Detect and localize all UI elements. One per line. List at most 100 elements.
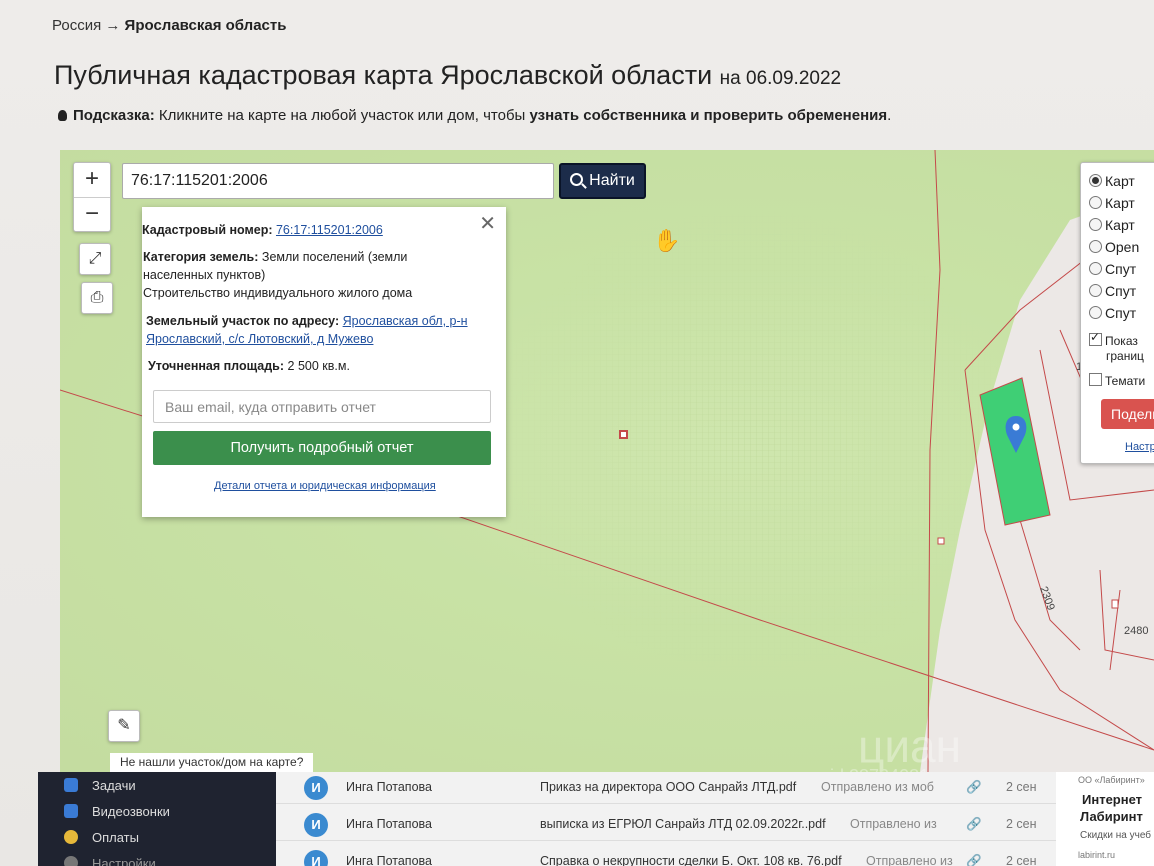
gear-icon (64, 856, 78, 866)
popup-address: Земельный участок по адресу: Ярославская… (146, 312, 476, 348)
ruler-button[interactable]: ✎ (108, 710, 140, 742)
show-boundaries-checkbox[interactable]: Показграниц (1089, 330, 1144, 365)
layer-label: Карт (1105, 173, 1135, 189)
layer-label: Спут (1105, 305, 1137, 321)
ad-banner[interactable]: ОО «Лабиринт» Интернет Лабиринт Скидки н… (1056, 772, 1154, 866)
category-value-1: Земли поселений (земли (261, 250, 408, 264)
address-link-1[interactable]: Ярославская обл, р-н (343, 314, 468, 328)
print-button[interactable]: ⎙ (81, 282, 113, 314)
sidebar-label: Настройки (92, 856, 156, 866)
sidebar-item-payments[interactable]: Оплаты (64, 829, 139, 847)
report-details-link[interactable]: Детали отчета и юридическая информация (214, 480, 436, 492)
zoom-control: + − (73, 162, 111, 232)
thematic-checkbox[interactable]: Темати (1089, 371, 1145, 391)
mail-status: Отправлено из (866, 854, 953, 866)
layer-option-7[interactable]: Спут (1089, 303, 1136, 323)
category-label: Категория земель: (143, 250, 259, 264)
radio-icon (1089, 284, 1102, 297)
breadcrumb-current: Ярославская область (124, 17, 287, 34)
checkbox-label: Показ (1105, 334, 1138, 348)
hint-label: Подсказка: (73, 107, 155, 124)
radio-icon (1089, 306, 1102, 319)
sidebar-item-video[interactable]: Видеозвонки (64, 803, 170, 821)
page-title-main: Публичная кадастровая карта Ярославской … (54, 60, 713, 90)
layer-label: Спут (1105, 283, 1137, 299)
mail-subject: Справка о некрупности сделки Б. Окт. 108… (540, 854, 842, 866)
avatar: И (304, 776, 328, 800)
popup-cad-row: Кадастровый номер: 76:17:115201:2006 (142, 221, 472, 239)
mail-sender: Инга Потапова (346, 854, 432, 866)
paperclip-icon: 🔗 (966, 780, 982, 794)
paperclip-icon: 🔗 (966, 854, 982, 866)
mail-sender: Инга Потапова (346, 817, 432, 831)
sidebar-item-tasks[interactable]: Задачи (64, 777, 136, 795)
radio-icon (1089, 240, 1102, 253)
printer-icon: ⎙ (90, 289, 104, 306)
cad-label: Кадастровый номер: (142, 223, 273, 237)
mail-app-strip: Задачи Видеозвонки Оплаты Настройки И Ин… (38, 772, 1154, 866)
mail-row[interactable]: И Инга Потапова Справка о некрупности сд… (276, 846, 1056, 866)
hint-text: Кликните на карте на любой участок или д… (158, 107, 526, 124)
radio-icon (1089, 174, 1102, 187)
zoom-out-button[interactable]: − (74, 197, 110, 232)
search-input[interactable]: 76:17:115201:2006 (122, 163, 554, 199)
close-icon[interactable]: ✕ (479, 211, 496, 236)
layer-option-6[interactable]: Спут (1089, 281, 1136, 301)
parcel-label: 2480 (1124, 625, 1148, 637)
find-button[interactable]: Найти (559, 163, 646, 199)
building[interactable] (1111, 599, 1119, 609)
sidebar-label: Оплаты (92, 830, 139, 845)
mail-time: 2 сен (1006, 854, 1037, 866)
tasks-icon (64, 778, 78, 792)
expand-icon: ⤢ (88, 250, 102, 267)
parcel-info-popup: ✕ Кадастровый номер: 76:17:115201:2006 К… (142, 207, 506, 517)
address-label: Земельный участок по адресу: (146, 314, 340, 328)
land-use: Строительство индивидуального жилого дом… (143, 286, 413, 300)
avatar: И (304, 813, 328, 837)
layer-option-3[interactable]: Карт (1089, 215, 1135, 235)
app-sidebar: Задачи Видеозвонки Оплаты Настройки (38, 772, 276, 866)
building[interactable] (937, 537, 945, 545)
video-icon (64, 804, 78, 818)
mail-status: Отправлено из моб (821, 780, 934, 794)
layer-option-1[interactable]: Карт (1089, 171, 1135, 191)
layer-option-2[interactable]: Карт (1089, 193, 1135, 213)
checkbox-label: Темати (1105, 374, 1146, 388)
page: Россия → Ярославская область Публичная к… (0, 0, 1154, 866)
mail-time: 2 сен (1006, 817, 1037, 831)
email-input[interactable]: Ваш email, куда отправить отчет (153, 390, 491, 423)
parcel-marker-small[interactable] (619, 430, 628, 439)
not-found-link[interactable]: Не нашли участок/дом на карте? (110, 753, 314, 772)
breadcrumb-root[interactable]: Россия (52, 17, 101, 34)
breadcrumb: Россия → Ярославская область (52, 17, 286, 34)
get-report-button[interactable]: Получить подробный отчет (153, 431, 491, 465)
mail-row[interactable]: И Инга Потапова Приказ на директора ООО … (276, 772, 1056, 804)
area-value: 2 500 кв.м. (287, 359, 350, 373)
mail-subject: Приказ на директора ООО Санрайз ЛТД.pdf (540, 780, 797, 794)
layer-label: Спут (1105, 261, 1137, 277)
payments-icon (64, 830, 78, 844)
mail-status: Отправлено из (850, 817, 937, 831)
hint: Подсказка: Кликните на карте на любой уч… (58, 107, 891, 124)
avatar: И (304, 850, 328, 866)
cadastral-map[interactable]: 19 2309 2480 циан id 28724081 ✋ + − ⤢ ⎙ … (60, 150, 1154, 772)
breadcrumb-arrow: → (105, 17, 121, 34)
mail-row[interactable]: И Инга Потапова выписка из ЕГРЮЛ Санрайз… (276, 809, 1056, 841)
ruler-icon: ✎ (117, 717, 131, 734)
layer-option-5[interactable]: Спут (1089, 259, 1136, 279)
radio-icon (1089, 262, 1102, 275)
ad-small: ОО «Лабиринт» (1078, 775, 1145, 785)
sidebar-item-settings[interactable]: Настройки (64, 855, 156, 866)
fullscreen-button[interactable]: ⤢ (79, 243, 111, 275)
layer-option-4[interactable]: Open (1089, 237, 1139, 257)
sidebar-label: Задачи (92, 778, 136, 793)
zoom-in-button[interactable]: + (74, 163, 110, 197)
area-label: Уточненная площадь: (148, 359, 285, 373)
search-icon (570, 173, 584, 186)
cad-number-link[interactable]: 76:17:115201:2006 (276, 223, 383, 237)
mail-subject: выписка из ЕГРЮЛ Санрайз ЛТД 02.09.2022г… (540, 817, 826, 831)
share-button[interactable]: Подели (1101, 399, 1154, 429)
address-link-2[interactable]: Ярославский, с/с Лютовский, д Мужево (146, 332, 373, 346)
settings-link[interactable]: Настр (1125, 441, 1154, 453)
hand-cursor-icon: ✋ (653, 228, 680, 253)
